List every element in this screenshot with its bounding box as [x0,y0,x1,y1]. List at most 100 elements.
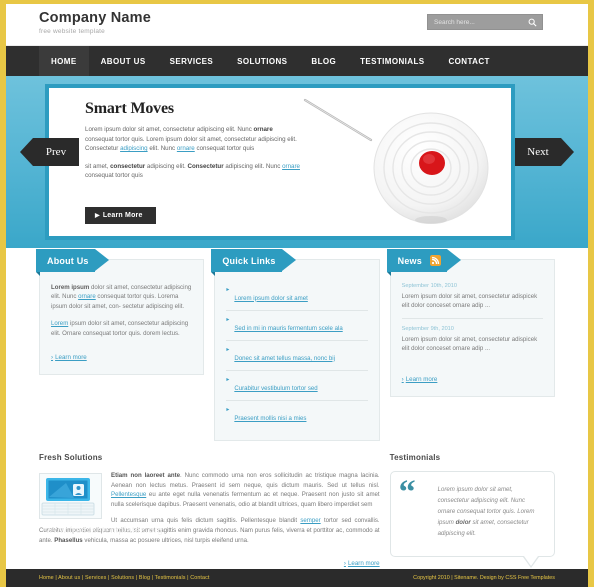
search-icon[interactable] [523,15,541,29]
about-us-ribbon[interactable]: About Us [36,249,109,276]
brand[interactable]: Company Name free website template [39,10,151,35]
fresh-learn-more-link[interactable]: › Learn more [344,560,380,567]
fresh-p2-bold: Phasellus [54,536,83,544]
news-item[interactable]: September 10th, 2010 Lorem ipsum dolor s… [401,283,543,319]
slide-p2-seg3: adipiscing elit. Nunc [223,162,283,170]
testimonials-section: Testimonials “ Lorem ipsum dolor sit ame… [389,453,555,584]
hero-slider: Smart Moves Lorem ipsum dolor sit amet, … [6,76,588,248]
about-learn-more-link[interactable]: › Learn more [51,354,87,361]
about-p2-link[interactable]: Lorem [51,320,68,327]
slide-p2-bold2: Consectetur [187,162,224,170]
about-paragraph-2: Lorem ipsum dolor sit amet, consectetur … [51,319,192,338]
caret-right-icon: › [401,375,404,383]
about-us-ribbon-label: About Us [47,255,89,266]
list-item[interactable]: Curabitur vestibulum tortor sed [226,371,368,401]
quick-link-1[interactable]: Sed in mi in mauris fermentum scele ala [234,325,342,332]
news-item[interactable]: September 9th, 2010 Lorem ipsum dolor si… [402,326,543,361]
slider-stage: Smart Moves Lorem ipsum dolor sit amet, … [45,84,515,240]
slider-prev-label: Prev [45,146,67,158]
quick-link-2[interactable]: Donec sit amet tellus massa, nonc bij [234,355,335,362]
site-footer: Home | About us | Services | Solutions |… [6,569,588,587]
lower-section: Fresh Solutions Etiam non laoreet ante. … [6,441,588,584]
slide-title: Smart Moves [85,100,174,117]
search-box[interactable] [427,14,543,30]
testimonial-quote-box: “ Lorem ipsum dolor sit amet, consectetu… [389,471,555,568]
fresh-p1-bold: Etiam non laoreet ante [111,472,181,479]
slide-p1-link-ornare[interactable]: ornare [177,145,195,152]
slide-p1-bold: ornare [253,126,273,133]
news-date: September 9th, 2010 [401,325,454,332]
quick-links-panel: Quick Links Lorem ipsum dolor sit amet S… [211,249,380,441]
slide-paragraph-1: Lorem ipsum dolor sit amet, consectetur … [85,125,300,154]
footer-links[interactable]: Home | About us | Services | Solutions |… [39,575,210,581]
slider-prev-button[interactable]: Prev [20,138,79,166]
slide-p1-seg4: consequat tortor quis [194,145,255,153]
search-input[interactable] [428,15,523,29]
caret-right-icon: › [343,560,346,568]
caret-right-icon: ▶ [95,213,100,219]
fresh-solutions-body: Etiam non laoreet ante. Nunc commodo urn… [39,471,380,570]
caret-right-icon: › [51,354,54,362]
fresh-solutions-section: Fresh Solutions Etiam non laoreet ante. … [39,453,380,584]
list-item[interactable]: Lorem ipsum dolor sit amet [226,281,368,311]
quick-link-4[interactable]: Praesent mollis nisi a mies [234,415,306,422]
quick-links-list: Lorem ipsum dolor sit amet Sed in mi in … [226,281,368,430]
quote-mark-icon: “ [398,474,416,511]
testimonials-title: Testimonials [389,453,441,462]
slide-p1-link-adipiscing[interactable]: adipiscing [120,145,148,152]
slider-next-label: Next [527,146,549,158]
about-learn-more-label: Learn more [55,354,87,362]
about-p1-bold: Lorem ipsum [51,284,90,291]
slide-paragraph-2: sit amet, consectetur adipiscing elit. C… [85,162,300,181]
news-date: September 10th, 2010 [401,283,458,289]
nav-item-about-us[interactable]: ABOUT US [89,46,158,76]
slide-p1-seg1: Lorem ipsum dolor sit amet, consectetur … [85,126,254,133]
footer-copyright: Copyright 2010 | Sitename. Design by CSS… [413,575,555,581]
list-item[interactable]: Praesent mollis nisi a mies [226,401,367,430]
column-news: News September 10th, 2010 Lorem ipsum do… [386,249,555,441]
quick-link-0[interactable]: Lorem ipsum dolor sit amet [234,295,308,302]
site-watermark: www.freecsstemplates.org [46,525,164,535]
page-frame: Company Name free website template HOME … [0,0,594,587]
news-ribbon[interactable]: News [386,249,462,276]
quick-links-ribbon[interactable]: Quick Links [211,249,296,276]
list-item[interactable]: Sed in mi in mauris fermentum scele ala [226,311,368,341]
about-p1-link[interactable]: ornare [78,293,96,300]
slider-next-button[interactable]: Next [515,138,574,166]
list-item[interactable]: Donec sit amet tellus massa, nonc bij [226,341,368,371]
nav-item-blog[interactable]: BLOG [299,46,348,76]
rss-icon[interactable] [429,255,441,266]
brand-name: Company Name [39,10,151,26]
nav-item-home[interactable]: HOME [39,46,89,82]
nav-item-services[interactable]: SERVICES [158,46,226,76]
slide-learn-more-label: Learn More [102,212,143,219]
laptop-thumbnail[interactable] [39,473,102,519]
slide-p2-bold1: consectetur [110,162,146,170]
fresh-p1-link[interactable]: Pellentesque [111,491,146,498]
about-us-panel: About Us Lorem ipsum dolor sit amet, con… [36,249,205,376]
slide-learn-more-button[interactable]: ▶ Learn More [85,207,156,224]
news-ribbon-label: News [397,255,422,266]
fresh-p2-seg3: vehicula, massa ac posuere ultrices, nis… [82,536,249,544]
slide-p2-seg4: consequat tortor quis [85,172,143,180]
slide-p2-seg1: sit amet, [85,162,111,170]
news-learn-more-link[interactable]: › Learn more [402,376,438,383]
news-text: Lorem ipsum dolor sit amet, consectetur … [401,335,538,353]
feature-columns: About Us Lorem ipsum dolor sit amet, con… [6,248,588,441]
fresh-p2-link[interactable]: semper [300,517,320,524]
dartboard-illustration [291,88,501,238]
nav-item-testimonials[interactable]: TESTIMONIALS [348,46,436,76]
nav-item-solutions[interactable]: SOLUTIONS [225,46,299,76]
slide-content: Smart Moves Lorem ipsum dolor sit amet, … [85,100,300,189]
quick-link-3[interactable]: Curabitur vestibulum tortor sed [234,385,317,392]
column-quick-links: Quick Links Lorem ipsum dolor sit amet S… [211,249,380,441]
fresh-learn-more-label: Learn more [347,560,380,568]
column-about-us: About Us Lorem ipsum dolor sit amet, con… [36,249,205,441]
site-container: Company Name free website template HOME … [6,4,588,587]
fresh-solutions-title: Fresh Solutions [39,453,103,462]
slide-p2-seg2: adipiscing elit. [145,162,188,170]
about-p2-seg1: ipsum dolor sit amet, consectetur adipis… [51,320,189,337]
site-header: Company Name free website template [6,4,588,46]
nav-item-contact[interactable]: CONTACT [436,46,501,76]
brand-tagline: free website template [39,28,105,35]
